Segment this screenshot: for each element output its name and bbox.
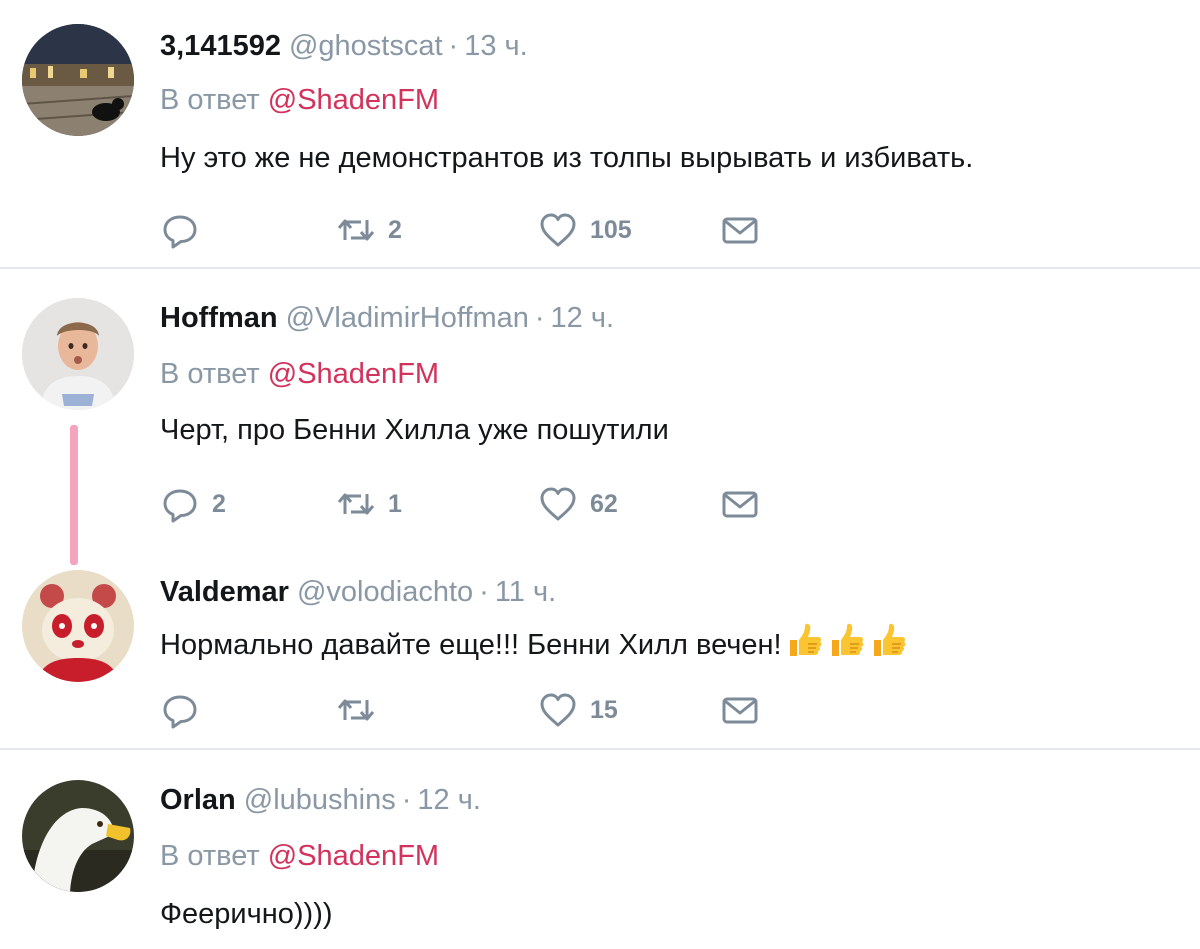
display-name[interactable]: Valdemar	[160, 576, 289, 608]
avatar[interactable]	[22, 570, 134, 682]
tweet-3[interactable]: Valdemar @volodiachto · 11 ч. Нормально дав…	[0, 548, 1200, 748]
display-name[interactable]: 3,141592	[160, 30, 281, 62]
reply-mention-link[interactable]: @ShadenFM	[268, 840, 439, 872]
thread-connector-line	[70, 425, 78, 565]
like-count: 15	[590, 695, 618, 724]
avatar-image-bald-eagle	[22, 780, 134, 892]
separator-dot: ·	[401, 784, 412, 816]
envelope-icon	[720, 690, 760, 730]
heart-icon	[538, 210, 578, 250]
reply-context: В ответ @ShadenFM	[160, 82, 439, 118]
like-count: 105	[590, 215, 632, 244]
tweet-actions: 2 105	[160, 210, 800, 250]
retweet-button[interactable]: 2	[336, 210, 402, 250]
reply-button[interactable]: 2	[160, 484, 226, 524]
display-name[interactable]: Hoffman	[160, 302, 278, 334]
reply-context: В ответ @ShadenFM	[160, 838, 439, 874]
envelope-icon	[720, 484, 760, 524]
tweet-4[interactable]: Orlan @lubushins · 12 ч. В ответ @ShadenFM …	[0, 750, 1200, 949]
like-button[interactable]: 15	[538, 690, 618, 730]
reply-icon	[160, 484, 200, 524]
avatar[interactable]	[22, 298, 134, 410]
retweet-button[interactable]	[336, 690, 388, 730]
retweet-count: 2	[388, 215, 402, 244]
like-button[interactable]: 105	[538, 210, 632, 250]
reply-button[interactable]	[160, 210, 212, 250]
reply-prefix: В ответ	[160, 840, 260, 872]
user-handle[interactable]: @lubushins	[244, 784, 396, 816]
separator-dot: ·	[479, 576, 489, 608]
avatar[interactable]	[22, 780, 134, 892]
timestamp[interactable]: 12 ч.	[417, 784, 480, 816]
reply-prefix: В ответ	[160, 84, 260, 116]
tweet-text: Феерично))))	[160, 898, 333, 930]
timestamp[interactable]: 13 ч.	[464, 30, 527, 62]
like-button[interactable]: 62	[538, 484, 618, 524]
tweet-2[interactable]: Hoffman @VladimirHoffman · 12 ч. В ответ @S…	[0, 268, 1200, 548]
retweet-button[interactable]: 1	[336, 484, 402, 524]
avatar-image-man-portrait	[22, 298, 134, 410]
reply-button[interactable]	[160, 690, 212, 730]
retweet-icon	[336, 210, 376, 250]
avatar-image-panda-drawing	[22, 570, 134, 682]
tweet-header: Hoffman @VladimirHoffman · 12 ч.	[160, 300, 614, 336]
reply-prefix: В ответ	[160, 358, 260, 390]
heart-icon	[538, 484, 578, 524]
reply-mention-link[interactable]: @ShadenFM	[268, 84, 439, 116]
timestamp[interactable]: 12 ч.	[551, 302, 614, 334]
retweet-icon	[336, 690, 376, 730]
separator-dot: ·	[448, 30, 459, 62]
like-count: 62	[590, 489, 618, 518]
display-name[interactable]: Orlan	[160, 784, 236, 816]
thumbs-up-icon	[826, 620, 866, 660]
envelope-icon	[720, 210, 760, 250]
tweet-header: 3,141592 @ghostscat · 13 ч.	[160, 28, 528, 64]
direct-message-button[interactable]	[720, 484, 760, 524]
reply-mention-link[interactable]: @ShadenFM	[268, 358, 439, 390]
tweet-text: Нормально давайте еще!!! Бенни Хилл вече…	[160, 629, 782, 661]
thumbs-up-icon	[868, 620, 908, 660]
tweet-header: Valdemar @volodiachto · 11 ч.	[160, 574, 556, 610]
tweet-text-line: Нормально давайте еще!!! Бенни Хилл вече…	[160, 620, 908, 663]
avatar[interactable]	[22, 24, 134, 136]
tweet-header: Orlan @lubushins · 12 ч.	[160, 782, 481, 818]
user-handle[interactable]: @VladimirHoffman	[286, 302, 529, 334]
reply-icon	[160, 690, 200, 730]
reply-context: В ответ @ShadenFM	[160, 356, 439, 392]
heart-icon	[538, 690, 578, 730]
tweet-actions: 2 1 62	[160, 484, 800, 524]
tweet-text: Ну это же не демонстрантов из толпы выры…	[160, 142, 974, 174]
direct-message-button[interactable]	[720, 210, 760, 250]
thumbs-up-icon	[784, 620, 824, 660]
user-handle[interactable]: @ghostscat	[289, 30, 443, 62]
separator-dot: ·	[534, 302, 545, 334]
user-handle[interactable]: @volodiachto	[297, 576, 473, 608]
timestamp[interactable]: 11 ч.	[495, 576, 556, 608]
avatar-image-night-street-cat	[22, 24, 134, 136]
reply-icon	[160, 210, 200, 250]
tweet-text: Черт, про Бенни Хилла уже пошутили	[160, 414, 669, 446]
direct-message-button[interactable]	[720, 690, 760, 730]
tweet-actions: 15	[160, 690, 800, 730]
reply-count: 2	[212, 489, 226, 518]
retweet-count: 1	[388, 489, 402, 518]
retweet-icon	[336, 484, 376, 524]
tweet-1[interactable]: 3,141592 @ghostscat · 13 ч. В ответ @Shaden…	[0, 0, 1200, 268]
